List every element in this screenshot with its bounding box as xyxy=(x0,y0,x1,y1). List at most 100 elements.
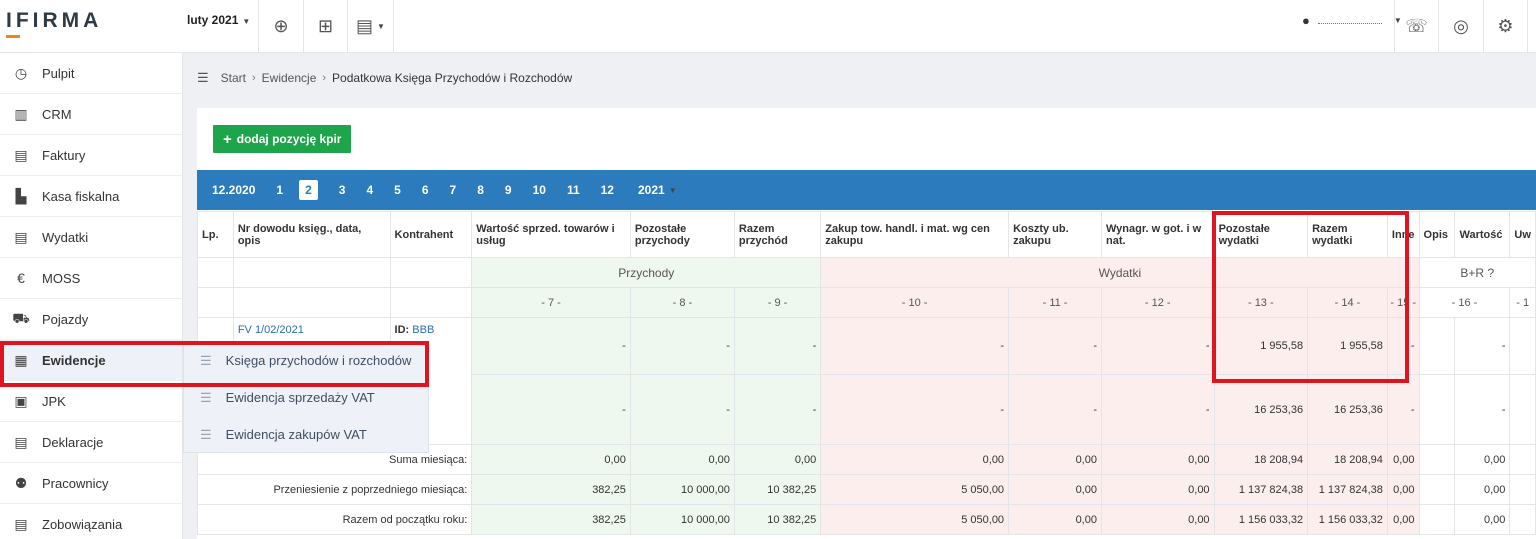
month-tab-4[interactable]: 4 xyxy=(366,180,373,200)
chevron-right-icon: › xyxy=(322,72,327,84)
group-br: B+R ? xyxy=(1418,257,1536,288)
plus-icon: + xyxy=(223,130,232,148)
month-tab-9[interactable]: 9 xyxy=(505,180,512,200)
breadcrumb-ewidencje[interactable]: Ewidencje xyxy=(262,71,317,85)
lifebuoy-icon: ◎ xyxy=(1453,16,1469,36)
breadcrumb-current: Podatkowa Księga Przychodów i Rozchodów xyxy=(332,71,573,85)
col-header-17: Uw xyxy=(1509,211,1536,258)
user-name-placeholder xyxy=(1317,18,1382,24)
add-kpir-entry-button[interactable]: + dodaj pozycję kpir xyxy=(213,125,352,153)
top-bar: IFIRMA luty 2021 ▼ ⊕ ⊞ ▤ ▼ ● ▼ ☏ ◎ ⚙ xyxy=(0,0,1536,53)
breadcrumb-start[interactable]: Start xyxy=(221,71,246,85)
year-selector[interactable]: 2021 ▼ xyxy=(638,180,677,200)
carried-forward-row: Przeniesienie z poprzedniego miesiąca: 3… xyxy=(196,474,1536,505)
settings-button[interactable]: ⚙ xyxy=(1483,0,1528,53)
app-logo[interactable]: IFIRMA xyxy=(6,9,102,33)
sidebar-item-pracownicy[interactable]: ⚉ Pracownicy xyxy=(0,463,182,504)
month-navigation: 12.2020 1 2 3 4 5 6 7 8 9 10 11 12 2021 ▼ xyxy=(197,170,1536,210)
month-tab-10[interactable]: 10 xyxy=(533,180,546,200)
ledger-card: + dodaj pozycję kpir 12.2020 1 2 3 4 5 6 … xyxy=(196,108,1536,539)
submenu-item-vat-purchases[interactable]: ☰ Ewidencja zakupów VAT xyxy=(184,416,428,453)
obligations-icon: ▤ xyxy=(14,515,28,532)
sidebar-item-zobowiazania[interactable]: ▤ Zobowiązania xyxy=(0,504,182,539)
sidebar-item-crm[interactable]: ▥ CRM xyxy=(0,94,182,135)
chevron-down-icon: ▼ xyxy=(242,17,251,26)
table-header-row: Lp. Nr dowodu księg., data, opis Kontrah… xyxy=(197,211,1536,258)
menu-toggle-icon[interactable]: ☰ xyxy=(197,70,209,86)
menu-icon: ☰ xyxy=(200,389,212,405)
col-header-7: Wartość sprzed. towarów i usług xyxy=(471,211,631,258)
sidebar-item-wydatki[interactable]: ▤ Wydatki xyxy=(0,217,182,258)
sidebar-item-faktury[interactable]: ▤ Faktury xyxy=(0,135,182,176)
menu-icon: ☰ xyxy=(200,426,212,442)
group-income: Przychody xyxy=(471,257,822,288)
col-header-8: Pozostałe przychody xyxy=(629,211,735,258)
col-header-lp: Lp. xyxy=(197,211,234,258)
period-label: luty 2021 xyxy=(187,13,239,27)
sidebar: ◷ Pulpit ▥ CRM ▤ Faktury ▙ Kasa fiskalna ▤ Wy… xyxy=(0,53,183,539)
month-tab-2-current[interactable]: 2 xyxy=(299,180,318,200)
invoice-icon: ▤ xyxy=(14,146,28,163)
col-header-doc: Nr dowodu księg., data, opis xyxy=(232,211,391,258)
documents-menu-button[interactable]: ▤ ▼ xyxy=(347,0,394,53)
sidebar-item-pojazdy[interactable]: ⛟ Pojazdy xyxy=(0,299,182,340)
month-tab-7[interactable]: 7 xyxy=(450,180,457,200)
sidebar-item-ewidencje[interactable]: ▦ Ewidencje xyxy=(0,340,182,381)
add-document-button[interactable]: ⊞ xyxy=(303,0,347,53)
month-tab-12-2020[interactable]: 12.2020 xyxy=(212,180,255,200)
col-header-contractor: Kontrahent xyxy=(389,211,473,258)
ewidencje-submenu: ☰ Księga przychodów i rozchodów ☰ Ewidencj… xyxy=(183,341,429,453)
declaration-icon: ▤ xyxy=(14,433,28,450)
contractor-link[interactable]: BBB xyxy=(412,324,434,336)
sidebar-item-jpk[interactable]: ▣ JPK xyxy=(0,381,182,422)
jpk-icon: ▣ xyxy=(14,392,28,409)
sidebar-item-moss[interactable]: € MOSS xyxy=(0,258,182,299)
month-tab-5[interactable]: 5 xyxy=(394,180,401,200)
gear-icon: ⚙ xyxy=(1497,16,1514,36)
phone-button[interactable]: ☏ xyxy=(1394,0,1438,53)
document-list-icon: ▤ xyxy=(356,16,374,36)
col-header-13: Pozostałe wydatki xyxy=(1213,211,1309,258)
period-selector[interactable]: luty 2021 ▼ xyxy=(187,13,250,27)
help-button[interactable]: ◎ xyxy=(1438,0,1483,53)
receipt-icon: ▤ xyxy=(14,228,28,245)
document-link[interactable]: FV 1/02/2021 xyxy=(238,324,386,336)
calculator-icon: ⊕ xyxy=(273,16,289,36)
year-to-date-row: Razem od początku roku: 382,25 10 000,00… xyxy=(196,504,1536,535)
employees-icon: ⚉ xyxy=(14,474,28,491)
month-tab-3[interactable]: 3 xyxy=(339,180,346,200)
month-tab-8[interactable]: 8 xyxy=(477,180,484,200)
logo-accent xyxy=(6,35,20,38)
column-number-row: - 7 - - 8 - - 9 - - 10 - - 11 - - 12 - -… xyxy=(197,287,1536,318)
sidebar-item-kasa-fiskalna[interactable]: ▙ Kasa fiskalna xyxy=(0,176,182,217)
submenu-item-vat-sales[interactable]: ☰ Ewidencja sprzedaży VAT xyxy=(184,379,428,416)
user-menu[interactable]: ● ▼ xyxy=(1302,13,1402,28)
speedometer-icon: ◷ xyxy=(14,64,28,81)
sidebar-item-pulpit[interactable]: ◷ Pulpit xyxy=(0,53,182,94)
chevron-right-icon: › xyxy=(252,72,256,84)
crm-icon: ▥ xyxy=(14,105,28,122)
breadcrumb: ☰ Start › Ewidencje › Podatkowa Księga P… xyxy=(197,70,572,86)
chevron-down-icon: ▼ xyxy=(377,22,385,31)
user-icon: ● xyxy=(1302,13,1310,28)
month-tab-1[interactable]: 1 xyxy=(276,180,283,200)
col-header-15: Inne xyxy=(1386,211,1420,258)
add-document-icon: ⊞ xyxy=(317,16,334,36)
col-header-11: Koszty ub. zakupu xyxy=(1008,211,1102,258)
submenu-item-kpir[interactable]: ☰ Księga przychodów i rozchodów xyxy=(184,342,428,379)
help-icon[interactable]: ? xyxy=(1487,266,1494,280)
calculator-button[interactable]: ⊕ xyxy=(258,0,303,53)
sidebar-item-deklaracje[interactable]: ▤ Deklaracje xyxy=(0,422,182,463)
cash-register-icon: ▙ xyxy=(15,187,27,204)
menu-icon: ☰ xyxy=(200,352,212,368)
col-header-14: Razem wydatki xyxy=(1307,211,1388,258)
month-tab-12[interactable]: 12 xyxy=(601,180,614,200)
col-header-9: Razem przychód xyxy=(733,211,822,258)
month-tab-11[interactable]: 11 xyxy=(567,180,580,200)
col-header-10: Zakup tow. handl. i mat. wg cen zakupu xyxy=(820,211,1010,258)
ledger-icon: ▦ xyxy=(14,351,28,368)
moss-icon: € xyxy=(17,270,25,286)
col-header-16-value: Wartość xyxy=(1454,211,1511,258)
col-header-16-opis: Opis xyxy=(1418,211,1456,258)
month-tab-6[interactable]: 6 xyxy=(422,180,429,200)
